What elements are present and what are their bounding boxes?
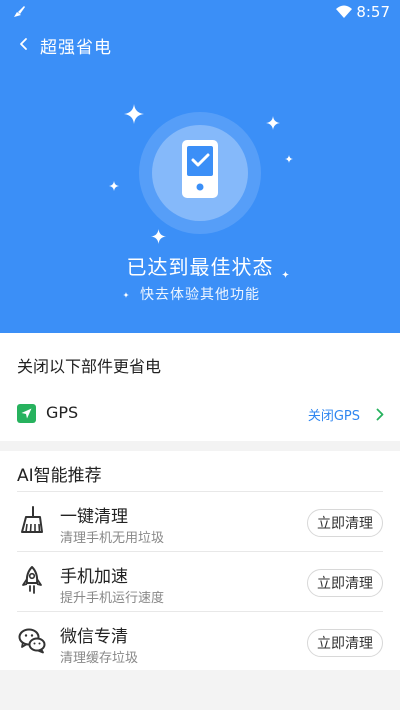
status-time: 8:57 <box>356 3 390 21</box>
item-description: 清理手机无用垃圾 <box>60 531 165 546</box>
item-description: 提升手机运行速度 <box>60 591 165 606</box>
wechat-icon <box>18 628 46 654</box>
navigation-arrow-icon <box>17 404 36 423</box>
status-bar: 8:57 <box>0 0 400 24</box>
back-arrow-icon[interactable] <box>16 36 32 52</box>
close-gps-label[interactable]: 关闭GPS <box>308 405 360 424</box>
list-item-phone-boost: 手机加速 提升手机运行速度 立即清理 <box>0 551 400 611</box>
sparkle-icon <box>151 229 166 244</box>
broom-icon <box>21 506 43 533</box>
recommend-list: 一键清理 清理手机无用垃圾 立即清理 手机加速 提升手机运行速度 立即清理 微信… <box>0 491 400 671</box>
item-title: 手机加速 <box>60 567 128 587</box>
status-subtitle[interactable]: 快去体验其他功能 <box>0 284 400 304</box>
components-heading: 关闭以下部件更省电 <box>17 357 162 376</box>
sparkle-icon <box>109 181 119 191</box>
sparkle-icon <box>285 155 293 163</box>
ai-recommend-section: AI智能推荐 一键清理 清理手机无用垃圾 立即清理 手机加速 提升手机运行速度 <box>0 451 400 670</box>
item-title: 微信专清 <box>60 627 128 647</box>
divider <box>17 551 383 552</box>
top-bar: 超强省电 <box>0 30 400 60</box>
components-section: 关闭以下部件更省电 GPS 关闭GPS <box>0 333 400 441</box>
hero-banner: 8:57 超强省电 已达到最佳状态 快去体验其他功能 <box>0 0 400 333</box>
clean-now-button[interactable]: 立即清理 <box>307 509 383 537</box>
page-title: 超强省电 <box>40 38 112 58</box>
divider <box>17 491 383 492</box>
phone-check-icon <box>182 140 218 198</box>
list-item-wechat-clean: 微信专清 清理缓存垃圾 立即清理 <box>0 611 400 671</box>
rocket-icon <box>22 566 42 594</box>
divider <box>17 611 383 612</box>
item-description: 清理缓存垃圾 <box>60 651 139 666</box>
gps-label: GPS <box>46 403 79 422</box>
sparkle-icon <box>124 104 144 124</box>
item-title: 一键清理 <box>60 507 128 527</box>
chevron-right-icon[interactable] <box>376 408 384 421</box>
clean-now-button[interactable]: 立即清理 <box>307 569 383 597</box>
cleaner-app-icon <box>14 6 25 17</box>
clean-now-button[interactable]: 立即清理 <box>307 629 383 657</box>
status-title: 已达到最佳状态 <box>126 255 274 279</box>
wifi-icon <box>336 5 352 18</box>
ai-heading: AI智能推荐 <box>17 466 102 486</box>
sparkle-icon <box>266 116 280 130</box>
close-gps-button[interactable]: 关闭GPS <box>308 401 384 427</box>
list-item-one-click-clean: 一键清理 清理手机无用垃圾 立即清理 <box>0 491 400 551</box>
gps-row: GPS 关闭GPS <box>0 397 400 437</box>
